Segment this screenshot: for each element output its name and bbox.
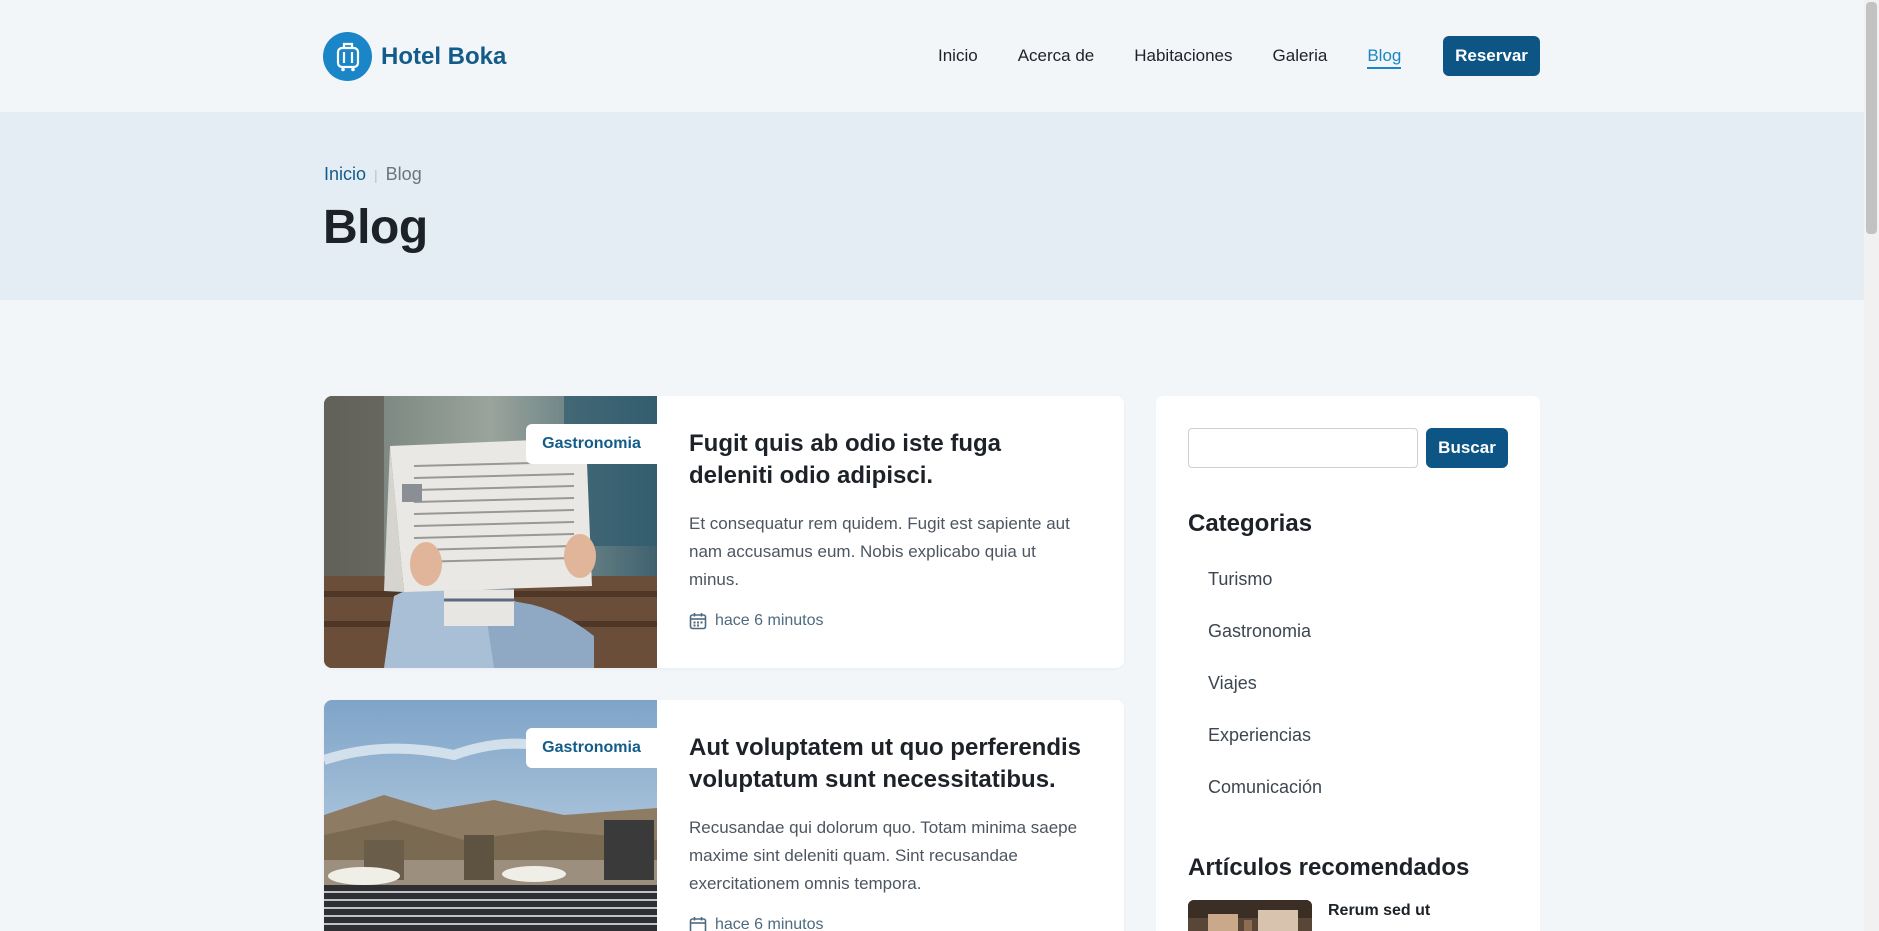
search-input[interactable] — [1188, 428, 1418, 468]
category-item-experiencias[interactable]: Experiencias — [1208, 724, 1322, 776]
blog-post-card[interactable]: Gastronomia Aut voluptatem ut quo perfer… — [324, 700, 1124, 931]
category-list: Turismo Gastronomia Viajes Experiencias … — [1208, 568, 1322, 828]
post-body: Fugit quis ab odio iste fuga deleniti od… — [689, 428, 1089, 630]
blog-post-card[interactable]: Gastronomia Fugit quis ab odio iste fuga… — [324, 396, 1124, 668]
nav-link-habitaciones[interactable]: Habitaciones — [1134, 46, 1232, 69]
page-hero: Inicio | Blog Blog — [0, 112, 1864, 300]
categories-heading: Categorias — [1188, 510, 1313, 537]
brand-name: Hotel Boka — [381, 42, 507, 70]
post-date: hace 6 minutos — [715, 916, 824, 931]
luggage-icon — [323, 32, 372, 81]
search-button[interactable]: Buscar — [1426, 428, 1508, 468]
recommended-article-thumbnail[interactable] — [1188, 900, 1312, 931]
recommended-heading: Artículos recomendados — [1188, 854, 1470, 881]
post-meta: hace 6 minutos — [689, 916, 1089, 931]
post-excerpt: Recusandae qui dolorum quo. Totam minima… — [689, 818, 1078, 893]
post-category-badge[interactable]: Gastronomia — [526, 728, 657, 768]
post-date: hace 6 minutos — [715, 612, 824, 629]
category-item-viajes[interactable]: Viajes — [1208, 672, 1322, 724]
post-image-landscape[interactable]: Gastronomia — [324, 700, 657, 931]
sidebar: Buscar Categorias Turismo Gastronomia Vi… — [1156, 396, 1540, 931]
breadcrumb-separator: | — [374, 166, 378, 183]
nav-link-galeria[interactable]: Galeria — [1273, 46, 1328, 69]
recommended-article[interactable]: Rerum sed ut — [1188, 900, 1458, 931]
category-item-turismo[interactable]: Turismo — [1208, 568, 1322, 620]
post-category-badge[interactable]: Gastronomia — [526, 424, 657, 464]
recommended-article-title[interactable]: Rerum sed ut — [1328, 900, 1458, 931]
post-title[interactable]: Aut voluptatem ut quo perferendis volupt… — [689, 732, 1089, 796]
breadcrumb-current: Blog — [385, 164, 422, 184]
post-body: Aut voluptatem ut quo perferendis volupt… — [689, 732, 1089, 931]
nav-link-inicio[interactable]: Inicio — [938, 46, 978, 69]
main-nav: Inicio Acerca de Habitaciones Galeria Bl… — [938, 46, 1441, 69]
nav-link-acerca-de[interactable]: Acerca de — [1018, 46, 1095, 69]
post-excerpt: Et consequatur rem quidem. Fugit est sap… — [689, 514, 1070, 589]
brand-logo[interactable]: Hotel Boka — [323, 32, 506, 81]
breadcrumb-home-link[interactable]: Inicio — [324, 164, 366, 185]
page-scrollbar[interactable] — [1864, 0, 1879, 931]
scrollbar-thumb[interactable] — [1866, 2, 1877, 234]
post-title[interactable]: Fugit quis ab odio iste fuga deleniti od… — [689, 428, 1089, 492]
reserve-button[interactable]: Reservar — [1443, 36, 1540, 76]
site-header: Hotel Boka Inicio Acerca de Habitaciones… — [0, 0, 1864, 112]
page-title: Blog — [323, 201, 428, 254]
post-image-newspaper[interactable]: Gastronomia — [324, 396, 657, 668]
nav-link-blog[interactable]: Blog — [1367, 46, 1402, 69]
category-item-comunicacion[interactable]: Comunicación — [1208, 776, 1322, 828]
calendar-icon — [689, 613, 707, 630]
category-item-gastronomia[interactable]: Gastronomia — [1208, 620, 1322, 672]
breadcrumb: Inicio | Blog — [324, 164, 422, 185]
post-meta: hace 6 minutos — [689, 612, 1089, 630]
calendar-icon — [689, 917, 707, 931]
